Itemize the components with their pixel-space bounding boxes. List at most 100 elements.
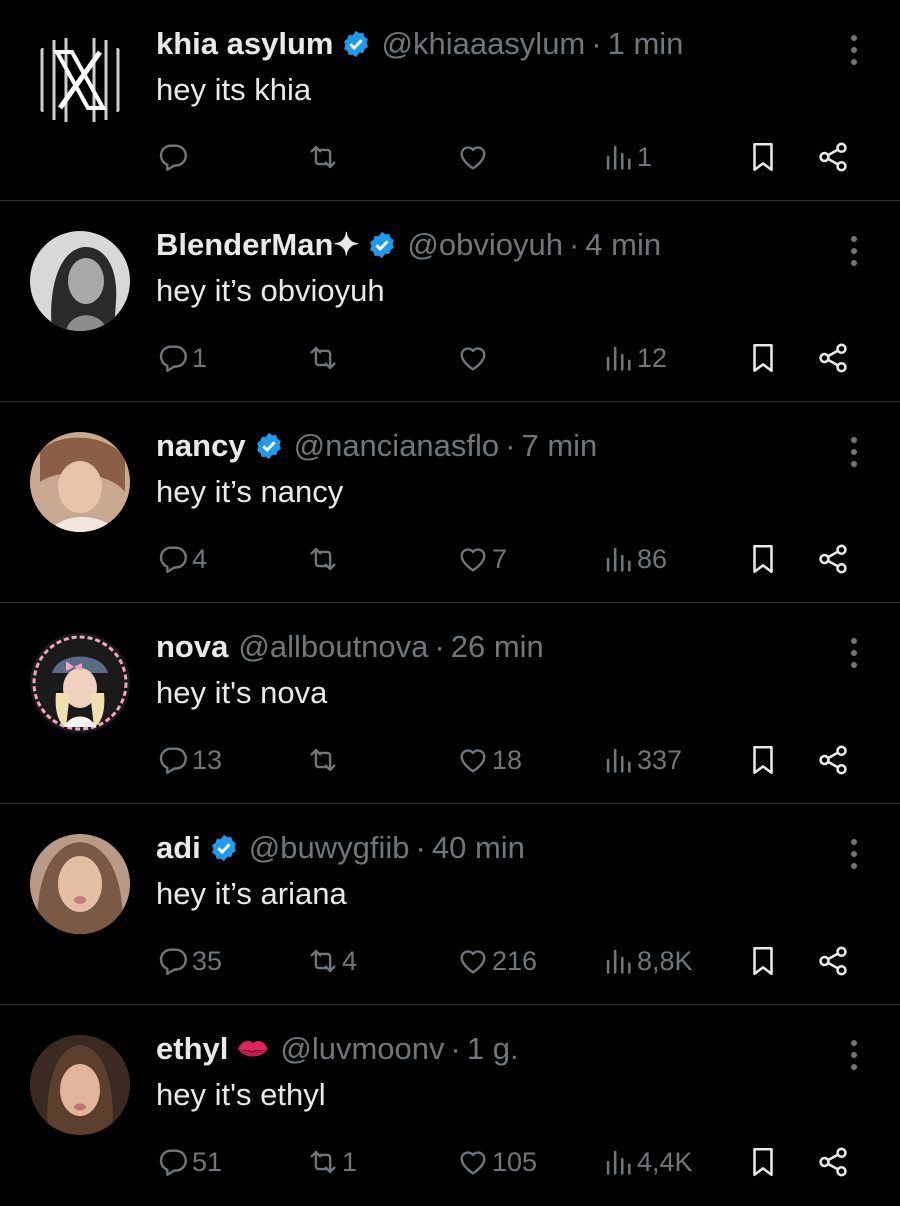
avatar[interactable]: [30, 432, 130, 532]
repost-icon: [306, 944, 340, 978]
bookmark-icon: [746, 743, 780, 777]
bookmark-button[interactable]: [746, 135, 780, 179]
display-name[interactable]: adi: [156, 830, 201, 866]
reply-count: 51: [192, 1146, 223, 1177]
reply-count: 1: [192, 342, 208, 373]
avatar[interactable]: [30, 633, 130, 733]
reply-icon: [156, 341, 190, 375]
display-name[interactable]: nancy: [156, 428, 246, 464]
more-options-icon[interactable]: [842, 633, 866, 673]
tweet-time[interactable]: 4 min: [585, 227, 661, 263]
more-options-icon[interactable]: [842, 432, 866, 472]
share-button[interactable]: [816, 336, 850, 380]
more-options-icon[interactable]: [842, 834, 866, 874]
more-options-icon[interactable]: [842, 231, 866, 271]
tweet-time[interactable]: 40 min: [432, 830, 525, 866]
bookmark-button[interactable]: [746, 738, 780, 782]
bookmark-button[interactable]: [746, 1140, 780, 1184]
user-handle[interactable]: @khiaaasylum: [381, 26, 585, 62]
tweet[interactable]: ethyl @luvmoonv · 1 g. hey it's ethyl 51…: [0, 1005, 900, 1206]
like-count: 105: [492, 1146, 538, 1177]
tweet-actions: 4 7 86: [156, 537, 860, 581]
view-count: 1: [637, 141, 653, 172]
share-button[interactable]: [816, 738, 850, 782]
views-button[interactable]: 4,4K: [601, 1140, 693, 1184]
share-button[interactable]: [816, 1140, 850, 1184]
separator-dot: ·: [505, 428, 516, 463]
avatar[interactable]: [30, 30, 130, 130]
tweet[interactable]: BlenderMan✦ @obvioyuh · 4 min hey it’s o…: [0, 201, 900, 402]
profile-photo-icon: [30, 432, 130, 532]
bookmark-button[interactable]: [746, 336, 780, 380]
share-button[interactable]: [816, 939, 850, 983]
reply-button[interactable]: [156, 135, 192, 179]
tweet[interactable]: adi @buwygfiib · 40 min hey it’s ariana …: [0, 804, 900, 1005]
reply-count: 4: [192, 543, 208, 574]
reply-icon: [156, 743, 190, 777]
share-icon: [816, 944, 850, 978]
views-button[interactable]: 1: [601, 135, 652, 179]
reply-button[interactable]: 13: [156, 738, 222, 782]
display-name[interactable]: BlenderMan✦: [156, 227, 359, 263]
reply-button[interactable]: 51: [156, 1140, 222, 1184]
views-button[interactable]: 337: [601, 738, 682, 782]
avatar[interactable]: [30, 1035, 130, 1135]
tweet-actions: 1 12: [156, 336, 860, 380]
display-name[interactable]: khia asylum: [156, 26, 333, 62]
bookmark-button[interactable]: [746, 537, 780, 581]
like-button[interactable]: 18: [456, 738, 522, 782]
display-name[interactable]: ethyl: [156, 1031, 228, 1067]
views-button[interactable]: 12: [601, 336, 667, 380]
reply-button[interactable]: 4: [156, 537, 207, 581]
user-handle[interactable]: @obvioyuh: [407, 227, 563, 263]
repost-button[interactable]: [306, 738, 342, 782]
views-button[interactable]: 86: [601, 537, 667, 581]
analytics-icon: [601, 1145, 635, 1179]
tweet[interactable]: nova @allboutnova · 26 min hey it's nova…: [0, 603, 900, 804]
analytics-icon: [601, 944, 635, 978]
user-handle[interactable]: @nancianasflo: [294, 428, 500, 464]
avatar[interactable]: [30, 231, 130, 331]
repost-icon: [306, 1145, 340, 1179]
like-button[interactable]: [456, 336, 492, 380]
tweet-time[interactable]: 1 min: [608, 26, 684, 62]
share-button[interactable]: [816, 135, 850, 179]
user-handle[interactable]: @buwygfiib: [249, 830, 410, 866]
tweet[interactable]: nancy @nancianasflo · 7 min hey it’s nan…: [0, 402, 900, 603]
repost-count: 4: [342, 945, 358, 976]
repost-button[interactable]: [306, 537, 342, 581]
view-count: 86: [637, 543, 668, 574]
share-button[interactable]: [816, 537, 850, 581]
repost-button[interactable]: 1: [306, 1140, 357, 1184]
like-button[interactable]: [456, 135, 492, 179]
views-button[interactable]: 8,8K: [601, 939, 693, 983]
tweet-time[interactable]: 26 min: [451, 629, 544, 665]
like-button[interactable]: 216: [456, 939, 537, 983]
tweet-text: hey it’s nancy: [156, 474, 344, 509]
heart-icon: [456, 140, 490, 174]
tweet[interactable]: khia asylum @khiaaasylum · 1 min hey its…: [0, 0, 900, 201]
repost-button[interactable]: [306, 336, 342, 380]
reply-count: 35: [192, 945, 223, 976]
separator-dot: ·: [415, 830, 426, 865]
tweet-header: ethyl @luvmoonv · 1 g.: [156, 1027, 519, 1071]
display-name[interactable]: nova: [156, 629, 228, 665]
reply-button[interactable]: 35: [156, 939, 222, 983]
more-options-icon[interactable]: [842, 1035, 866, 1075]
tweet-time[interactable]: 7 min: [521, 428, 597, 464]
profile-photo-icon: [30, 1035, 130, 1135]
view-count: 4,4K: [637, 1146, 693, 1177]
repost-icon: [306, 743, 340, 777]
like-button[interactable]: 105: [456, 1140, 537, 1184]
repost-button[interactable]: 4: [306, 939, 357, 983]
reply-button[interactable]: 1: [156, 336, 207, 380]
repost-button[interactable]: [306, 135, 342, 179]
avatar[interactable]: [30, 834, 130, 934]
user-handle[interactable]: @luvmoonv: [280, 1031, 444, 1067]
analytics-icon: [601, 140, 635, 174]
like-button[interactable]: 7: [456, 537, 507, 581]
more-options-icon[interactable]: [842, 30, 866, 70]
bookmark-button[interactable]: [746, 939, 780, 983]
user-handle[interactable]: @allboutnova: [238, 629, 428, 665]
tweet-time[interactable]: 1 g.: [467, 1031, 519, 1067]
